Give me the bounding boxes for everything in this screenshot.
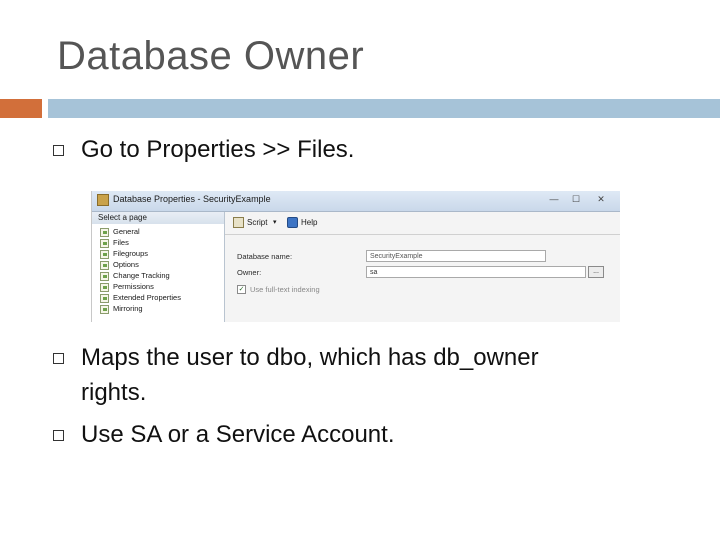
window-titlebar: Database Properties - SecurityExample — … bbox=[92, 191, 620, 212]
slide-title: Database Owner bbox=[57, 34, 365, 78]
select-page-header: Select a page bbox=[92, 212, 224, 224]
page-item-mirroring[interactable]: Mirroring bbox=[100, 304, 222, 315]
page-icon bbox=[100, 250, 109, 259]
page-item-label: Extended Properties bbox=[113, 293, 181, 302]
script-button[interactable]: Script bbox=[247, 218, 267, 227]
chevron-down-icon[interactable]: ▾ bbox=[273, 218, 277, 226]
page-icon bbox=[100, 305, 109, 314]
page-icon bbox=[100, 272, 109, 281]
bullet-icon bbox=[53, 430, 64, 441]
page-item-change-tracking[interactable]: Change Tracking bbox=[100, 271, 222, 282]
page-item-options[interactable]: Options bbox=[100, 260, 222, 271]
browse-owner-button[interactable]: ... bbox=[588, 266, 604, 278]
page-item-label: Mirroring bbox=[113, 304, 143, 313]
fulltext-label: Use full-text indexing bbox=[250, 285, 320, 294]
accent-bar-orange bbox=[0, 99, 42, 118]
bullet-text-2: Maps the user to dbo, which has db_owner bbox=[81, 344, 539, 371]
page-item-general[interactable]: General bbox=[100, 227, 222, 238]
fulltext-checkbox[interactable]: ✓ bbox=[237, 285, 246, 294]
properties-main-panel: Script ▾ Help Database name: SecurityExa… bbox=[225, 212, 620, 322]
select-page-pane: Select a page General Files Filegroups O… bbox=[92, 212, 225, 322]
bullet-icon bbox=[53, 145, 64, 156]
page-item-filegroups[interactable]: Filegroups bbox=[100, 249, 222, 260]
maximize-icon[interactable]: ☐ bbox=[567, 193, 585, 205]
page-icon bbox=[100, 261, 109, 270]
properties-toolbar: Script ▾ Help bbox=[225, 212, 620, 235]
page-item-label: Change Tracking bbox=[113, 271, 170, 280]
database-name-label: Database name: bbox=[237, 252, 293, 261]
help-button[interactable]: Help bbox=[301, 218, 317, 227]
page-item-extended-properties[interactable]: Extended Properties bbox=[100, 293, 222, 304]
minimize-icon[interactable]: — bbox=[545, 193, 563, 205]
page-item-files[interactable]: Files bbox=[100, 238, 222, 249]
page-icon bbox=[100, 228, 109, 237]
owner-label: Owner: bbox=[237, 268, 262, 277]
close-icon[interactable]: ✕ bbox=[592, 193, 610, 205]
database-name-field: SecurityExample bbox=[366, 250, 546, 262]
database-icon bbox=[97, 194, 109, 206]
page-icon bbox=[100, 283, 109, 292]
properties-screenshot: Database Properties - SecurityExample — … bbox=[91, 191, 620, 322]
bullet-text-3: Use SA or a Service Account. bbox=[81, 421, 395, 448]
page-item-label: Filegroups bbox=[113, 249, 149, 258]
help-icon[interactable] bbox=[287, 217, 298, 228]
page-icon bbox=[100, 294, 109, 303]
window-title: Database Properties - SecurityExample bbox=[113, 194, 271, 204]
select-page-label: Select a page bbox=[98, 213, 147, 222]
page-icon bbox=[100, 239, 109, 248]
page-item-label: General bbox=[113, 227, 140, 236]
bullet-icon bbox=[53, 353, 64, 364]
page-item-label: Options bbox=[113, 260, 139, 269]
page-item-permissions[interactable]: Permissions bbox=[100, 282, 222, 293]
bullet-text-2-continued: rights. bbox=[81, 379, 147, 406]
script-icon[interactable] bbox=[233, 217, 244, 228]
accent-bar-blue bbox=[48, 99, 720, 118]
owner-field[interactable]: sa bbox=[366, 266, 586, 278]
bullet-text-1: Go to Properties >> Files. bbox=[81, 136, 355, 163]
page-item-label: Files bbox=[113, 238, 129, 247]
page-item-label: Permissions bbox=[113, 282, 154, 291]
